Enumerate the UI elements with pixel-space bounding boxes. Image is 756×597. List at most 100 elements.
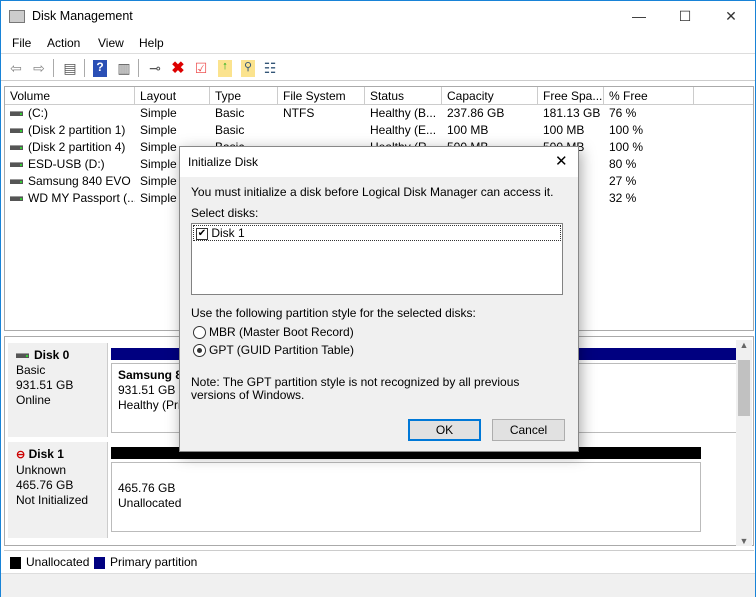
folder-up-icon[interactable]: ↑ (218, 59, 232, 77)
cell-text: 237.86 GB (447, 106, 505, 120)
table-cell: Healthy (B... (365, 105, 442, 122)
table-cell: 100 MB (442, 122, 538, 139)
disk-select-list[interactable]: ✔ Disk 1 (191, 223, 563, 295)
disk-checkbox[interactable]: ✔ (196, 227, 208, 240)
legend-primary-partition: Primary partition (110, 555, 198, 569)
drive-icon (10, 196, 23, 202)
column-layout[interactable]: Layout (135, 87, 210, 105)
cell-text: Simple (140, 140, 177, 154)
table-cell: NTFS (278, 105, 365, 122)
column-capacity[interactable]: Capacity (442, 87, 538, 105)
table-cell: 32 % (604, 190, 694, 207)
folder-search-icon[interactable]: ⚲ (241, 59, 255, 77)
table-cell: 76 % (604, 105, 694, 122)
cell-text: Simple (140, 174, 177, 188)
gpt-radio[interactable]: GPT (GUID Partition Table) (193, 343, 354, 358)
menu-help[interactable]: Help (139, 36, 164, 50)
menu-action[interactable]: Action (47, 36, 80, 50)
disk-type: Basic (16, 363, 46, 377)
maximize-button[interactable]: ☐ (662, 1, 708, 32)
column-volume[interactable]: Volume (5, 87, 135, 105)
menu-view[interactable]: View (98, 36, 124, 50)
cell-text: Simple (140, 106, 177, 120)
table-row[interactable]: ESD-USB (D:) (5, 156, 135, 173)
forward-icon[interactable]: ⇨ (29, 58, 49, 78)
cell-text: (Disk 2 partition 4) (28, 140, 126, 154)
delete-icon[interactable]: ✖ (168, 58, 188, 78)
table-cell: Basic (210, 122, 278, 139)
table-row[interactable]: (Disk 2 partition 1) (5, 122, 135, 139)
cell-text: Samsung 840 EVO ... (28, 174, 135, 188)
properties-icon[interactable]: ☷ (260, 58, 280, 78)
cell-text: (Disk 2 partition 1) (28, 123, 126, 137)
table-cell: Basic (210, 105, 278, 122)
drive-icon (10, 128, 23, 134)
cell-text: NTFS (283, 106, 315, 120)
column-percent-free[interactable]: % Free (604, 87, 694, 105)
drive-icon (10, 179, 23, 185)
scrollbar-thumb[interactable] (738, 360, 750, 416)
table-row[interactable]: Samsung 840 EVO ... (5, 173, 135, 190)
column-status[interactable]: Status (365, 87, 442, 105)
table-cell: 100 % (604, 139, 694, 156)
legend-swatch (10, 556, 21, 569)
minimize-button[interactable]: — (616, 1, 662, 32)
disk-list-item[interactable]: ✔ Disk 1 (193, 225, 561, 241)
disk-0-label[interactable]: Disk 0 Basic 931.51 GB Online (8, 343, 108, 437)
disk-size: 931.51 GB (16, 378, 74, 392)
table-cell: 100 MB (538, 122, 604, 139)
column-type[interactable]: Type (210, 87, 278, 105)
cell-text: Simple (140, 191, 177, 205)
table-row[interactable]: WD MY Passport (... (5, 190, 135, 207)
legend-swatch (94, 556, 105, 569)
status-bar (1, 573, 755, 597)
drive-icon (10, 111, 23, 117)
select-disks-label: Select disks: (191, 206, 259, 220)
cell-text: 100 % (609, 123, 644, 137)
menu-bar: File Action View Help (1, 32, 755, 54)
ok-button[interactable]: OK (408, 419, 481, 441)
disk-name: Disk 1 (28, 447, 64, 461)
disk-1-partition[interactable]: 465.76 GB Unallocated (111, 462, 701, 532)
table-cell: 100 % (604, 122, 694, 139)
close-button[interactable]: ✕ (708, 1, 754, 32)
table-row[interactable]: (Disk 2 partition 4) (5, 139, 135, 156)
disk-item-label: Disk 1 (211, 226, 245, 240)
cell-text: 100 % (609, 140, 644, 154)
cell-text: 181.13 GB (543, 106, 601, 120)
disk-pane-scrollbar[interactable]: ▲ ▼ (736, 340, 752, 546)
column-free-space[interactable]: Free Spa... (538, 87, 604, 105)
mbr-radio[interactable]: MBR (Master Boot Record) (193, 325, 354, 340)
mbr-label: MBR (Master Boot Record) (209, 325, 354, 339)
table-row[interactable]: (C:) (5, 105, 135, 122)
dialog-title: Initialize Disk (188, 155, 259, 169)
gpt-label: GPT (GUID Partition Table) (209, 343, 354, 357)
connect-drive-icon[interactable]: ⊸ (145, 58, 165, 78)
check-icon[interactable]: ☑ (191, 58, 211, 78)
column-file-system[interactable]: File System (278, 87, 365, 105)
gpt-note: Note: The GPT partition style is not rec… (191, 375, 520, 402)
cell-text: 27 % (609, 174, 637, 188)
cell-text: ESD-USB (D:) (28, 157, 105, 171)
partition-size: 465.76 GB (118, 481, 176, 495)
cell-text: 32 % (609, 191, 637, 205)
cell-text: Basic (215, 123, 245, 137)
cell-text: Basic (215, 106, 245, 120)
dialog-message: You must initialize a disk before Logica… (191, 185, 554, 199)
console-tree-icon[interactable]: ▤ (60, 58, 80, 78)
back-icon[interactable]: ⇦ (6, 58, 26, 78)
window-title: Disk Management (32, 9, 133, 23)
legend: Unallocated Primary partition (4, 550, 754, 572)
help-icon[interactable]: ? (93, 59, 107, 77)
menu-file[interactable]: File (12, 36, 31, 50)
table-cell: 80 % (604, 156, 694, 173)
cancel-button[interactable]: Cancel (492, 419, 565, 441)
dialog-close-button[interactable]: ✕ (555, 152, 568, 170)
legend-unallocated: Unallocated (26, 555, 90, 569)
disk-name: Disk 0 (34, 348, 70, 362)
table-cell (278, 122, 365, 139)
disk-1-label[interactable]: ⊖ Disk 1 Unknown 465.76 GB Not Initializ… (8, 442, 108, 538)
action-pane-icon[interactable]: ▥ (114, 58, 134, 78)
table-cell: 27 % (604, 173, 694, 190)
disk-error-icon: ⊖ (16, 449, 26, 461)
